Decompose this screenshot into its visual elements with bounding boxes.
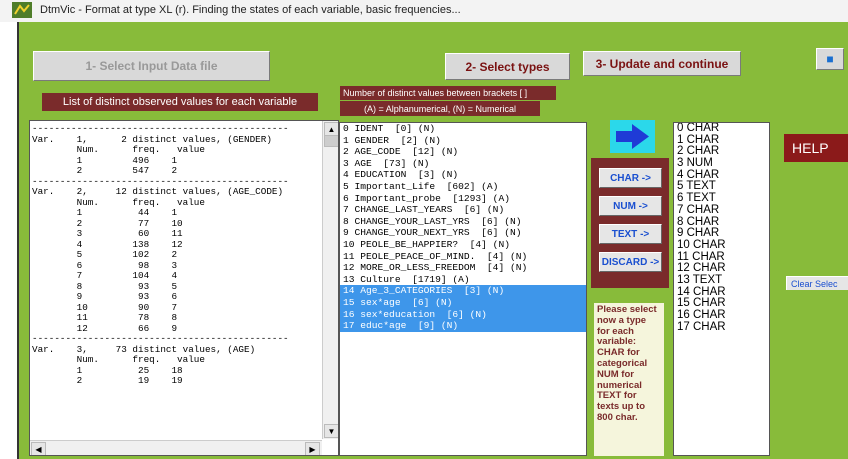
type-list-item[interactable]: 3 NUM	[674, 157, 769, 170]
window-title: DtmVic - Format at type XL (r). Finding …	[40, 4, 461, 16]
select-types-button[interactable]: 2- Select types	[445, 53, 570, 80]
variable-list-item[interactable]: 13 Culture [1719] (A)	[340, 274, 586, 286]
clear-selection-button[interactable]: Clear Selec	[786, 276, 848, 290]
variable-list-item[interactable]: 7 CHANGE_LAST_YEARS [6] (N)	[340, 204, 586, 216]
arrow-right-icon	[610, 120, 655, 153]
vertical-scrollbar[interactable]: ▲ ▼	[322, 121, 338, 439]
scroll-down-icon[interactable]: ▼	[324, 424, 338, 438]
variable-list-item[interactable]: 11 PEOLE_PEACE_OF_MIND. [4] (N)	[340, 251, 586, 263]
frequency-listing-content: ----------------------------------------…	[30, 121, 320, 437]
distinct-values-header: List of distinct observed values for eac…	[42, 93, 318, 111]
type-assignment-list[interactable]: 0 CHAR 1 CHAR 2 CHAR 3 NUM 4 CHAR 5 TEXT 6 TEX…	[673, 122, 770, 456]
horizontal-scrollbar[interactable]: ◀ ▶	[30, 440, 322, 455]
distinct-count-legend: Number of distinct values between bracke…	[340, 86, 556, 100]
variable-list-item[interactable]: 10 PEOLE_BE_HAPPIER? [4] (N)	[340, 239, 586, 251]
type-list-item[interactable]: 10 CHAR	[674, 239, 769, 252]
num-type-button[interactable]: NUM ->	[599, 196, 662, 216]
variable-list[interactable]: 0 IDENT [0] (N) 1 GENDER [2] (N) 2 AGE_COD…	[339, 122, 587, 456]
update-continue-button[interactable]: 3- Update and continue	[583, 51, 741, 76]
variable-list-item[interactable]: 1 GENDER [2] (N)	[340, 135, 586, 147]
type-list-item[interactable]: 13 TEXT	[674, 274, 769, 287]
variable-list-item[interactable]: 8 CHANGE_YOUR_LAST_YRS [6] (N)	[340, 216, 586, 228]
variable-list-item[interactable]: 3 AGE [73] (N)	[340, 158, 586, 170]
select-input-file-button[interactable]: 1- Select Input Data file	[33, 51, 270, 81]
variable-list-item[interactable]: 9 CHANGE_YOUR_NEXT_YRS [6] (N)	[340, 227, 586, 239]
variable-list-item[interactable]: 2 AGE_CODE [12] (N)	[340, 146, 586, 158]
help-button[interactable]: HELP	[784, 134, 848, 162]
variable-list-item[interactable]: 14 Age_3_CATEGORIES [3] (N)	[340, 285, 586, 297]
scroll-thumb[interactable]	[324, 135, 338, 147]
variable-list-item[interactable]: 16 sex*education [6] (N)	[340, 308, 586, 321]
variable-list-item[interactable]: 5 Important_Life [602] (A)	[340, 181, 586, 193]
scroll-right-icon[interactable]: ▶	[305, 442, 320, 455]
variable-list-item[interactable]: 15 sex*age [6] (N)	[340, 296, 586, 309]
type-list-item[interactable]: 0 CHAR	[674, 123, 769, 135]
frequency-listing-panel[interactable]: ----------------------------------------…	[29, 120, 339, 456]
app-icon	[12, 2, 32, 18]
variable-list-item[interactable]: 0 IDENT [0] (N)	[340, 123, 586, 135]
type-legend: (A) = Alphanumerical, (N) = Numerical	[340, 101, 540, 116]
variable-list-item[interactable]: 6 Important_probe [1293] (A)	[340, 193, 586, 205]
variable-list-item[interactable]: 12 MORE_OR_LESS_FREEDOM [4] (N)	[340, 262, 586, 274]
type-list-item[interactable]: 7 CHAR	[674, 204, 769, 217]
discard-button[interactable]: DISCARD ->	[599, 252, 662, 272]
frequency-listing-text: ----------------------------------------…	[32, 123, 289, 386]
variable-list-item[interactable]: 4 EDUCATION [3] (N)	[340, 169, 586, 181]
type-list-item[interactable]: 17 CHAR	[674, 321, 769, 334]
scroll-left-icon[interactable]: ◀	[31, 442, 46, 455]
type-list-item[interactable]: 16 CHAR	[674, 309, 769, 322]
type-button-group: CHAR -> NUM -> TEXT -> DISCARD ->	[591, 158, 669, 288]
scroll-up-icon[interactable]: ▲	[324, 122, 338, 136]
title-bar: DtmVic - Format at type XL (r). Finding …	[0, 0, 848, 22]
instructions-note: Please select now a type for each variab…	[594, 303, 664, 456]
variable-list-item[interactable]: 17 educ*age [9] (N)	[340, 320, 586, 332]
exit-icon[interactable]: ■	[816, 48, 844, 70]
text-type-button[interactable]: TEXT ->	[599, 224, 662, 244]
char-type-button[interactable]: CHAR ->	[599, 168, 662, 188]
